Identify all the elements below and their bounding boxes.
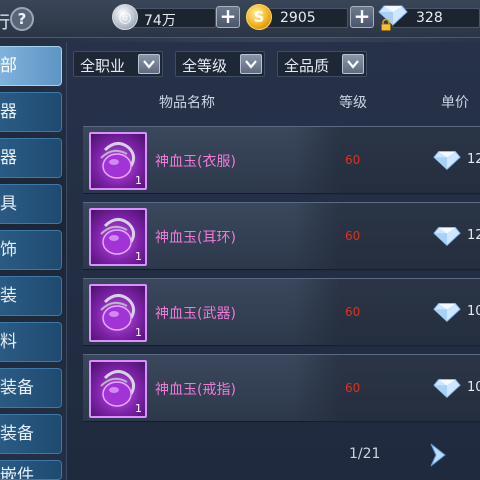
sidebar-item-3[interactable]: 具 [0,184,62,224]
chevron-down-icon[interactable] [138,54,160,74]
profession-filter[interactable]: 全职业 [73,51,163,77]
next-page-icon[interactable] [427,442,449,468]
gold-currency: S 2905 + [246,4,376,32]
blood-jade-icon: 1 [89,284,147,342]
sidebar-item-6[interactable]: 料 [0,322,62,362]
item-name: 神血玉(衣服) [155,154,236,170]
profession-filter-label: 全职业 [80,57,126,75]
sidebar-item-label: 器 [0,102,17,122]
sidebar-item-all[interactable]: 部 [0,46,62,86]
diamond-icon [433,227,461,246]
diamond-icon [433,303,461,322]
silver-amount: 74万 [144,13,176,29]
quality-filter-label: 全品质 [284,57,330,75]
item-quantity: 1 [135,326,142,339]
sidebar-item-label: 装备 [0,424,34,444]
blood-jade-icon: 1 [89,132,147,190]
sidebar-item-8[interactable]: 装备 [0,414,62,454]
item-price: 10 [467,380,480,395]
gold-coin-icon: S [246,4,272,30]
sidebar-item-5[interactable]: 装 [0,276,62,316]
header-level: 等级 [339,95,367,111]
add-gold-button[interactable]: + [350,6,374,28]
item-level: 60 [345,229,361,243]
chevron-down-icon[interactable] [342,54,364,74]
diamond-amount: 328 [416,10,443,26]
header-unit-price: 单价 [441,95,469,111]
add-silver-button[interactable]: + [216,6,240,28]
diamond-currency: 328 [378,4,480,32]
sidebar-item-label: 饰 [0,240,17,260]
item-name: 神血玉(武器) [155,306,236,322]
table-row[interactable]: 1 神血玉(耳环) 60 12 [83,202,480,271]
item-quantity: 1 [135,402,142,415]
top-bar: 行 ? ◎ 74万 + S 2905 + 328 [0,0,480,38]
sidebar-item-label: 装备 [0,378,34,398]
silver-currency: ◎ 74万 + [112,4,242,32]
quality-filter[interactable]: 全品质 [277,51,367,77]
page-indicator: 1/21 [349,446,381,462]
sidebar-item-4[interactable]: 饰 [0,230,62,270]
sidebar-item-label: 装 [0,286,17,306]
sidebar-item-label: 嵌件 [0,466,34,480]
shop-screen: 行 ? ◎ 74万 + S 2905 + 328 部 器 器 具 饰 装 料 装… [0,0,480,480]
blood-jade-icon: 1 [89,208,147,266]
level-filter[interactable]: 全等级 [175,51,265,77]
lock-icon [381,19,391,31]
item-quantity: 1 [135,174,142,187]
table-row[interactable]: 1 神血玉(衣服) 60 12 [83,126,480,195]
blood-jade-icon: 1 [89,360,147,418]
sidebar-item-label: 具 [0,194,17,214]
filter-bar: 全职业 全等级 全品质 [67,42,480,86]
sidebar-item-label: 器 [0,148,17,168]
page-title: 行 [0,13,10,33]
help-button[interactable]: ? [10,7,34,31]
sidebar-item-label: 部 [0,56,17,76]
sidebar-item-label: 料 [0,332,17,352]
item-list-panel: 全职业 全等级 全品质 物品名称 等级 单价 1 神血玉(衣服) 60 12 1… [66,42,480,480]
table-row[interactable]: 1 神血玉(武器) 60 10 [83,278,480,347]
table-header: 物品名称 等级 单价 [67,90,480,114]
item-quantity: 1 [135,250,142,263]
sidebar-item-2[interactable]: 器 [0,138,62,178]
gold-amount: 2905 [280,10,316,26]
item-price: 12 [467,152,480,167]
item-price: 10 [467,304,480,319]
sidebar-item-1[interactable]: 器 [0,92,62,132]
diamond-icon [433,379,461,398]
diamond-icon [433,151,461,170]
item-level: 60 [345,153,361,167]
sidebar-item-7[interactable]: 装备 [0,368,62,408]
item-level: 60 [345,305,361,319]
item-level: 60 [345,381,361,395]
header-item-name: 物品名称 [159,95,215,111]
level-filter-label: 全等级 [182,57,228,75]
item-name: 神血玉(耳环) [155,230,236,246]
silver-coin-icon: ◎ [112,4,138,30]
item-price: 12 [467,228,480,243]
item-name: 神血玉(戒指) [155,382,236,398]
chevron-down-icon[interactable] [240,54,262,74]
sidebar-item-9[interactable]: 嵌件 [0,460,62,480]
table-row[interactable]: 1 神血玉(戒指) 60 10 [83,354,480,423]
